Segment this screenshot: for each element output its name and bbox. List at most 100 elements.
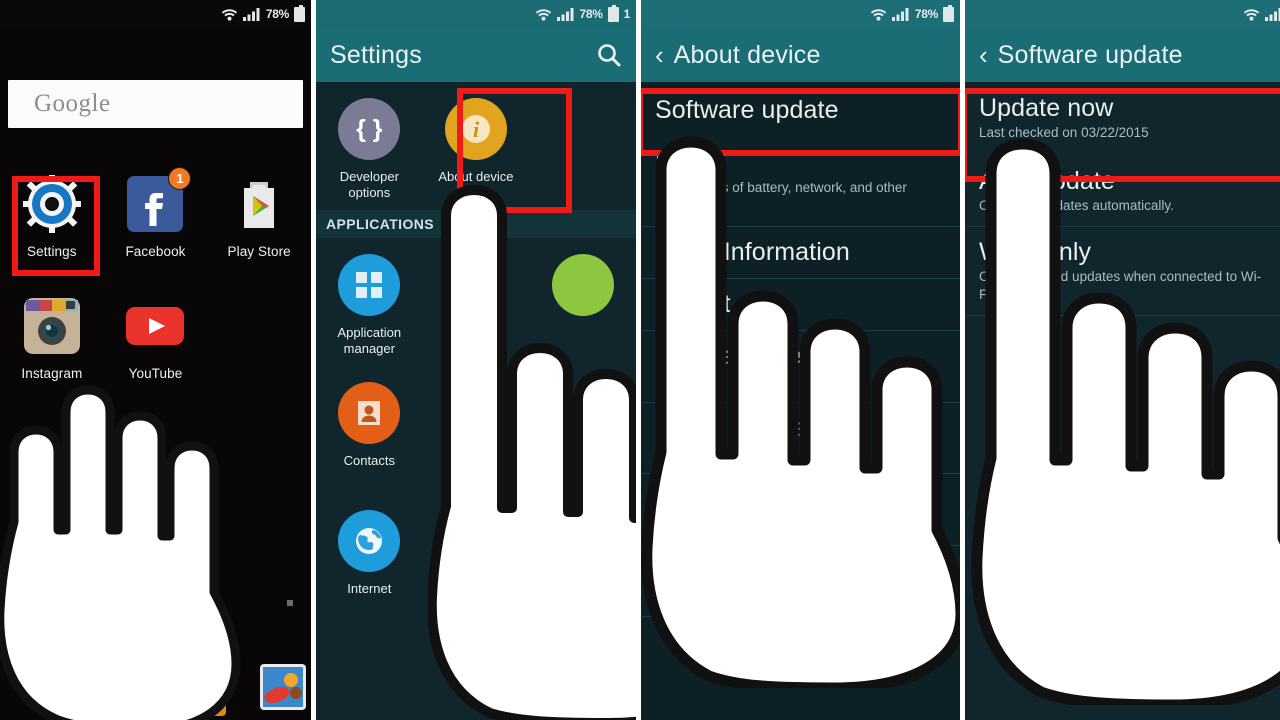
dock-icon-candy-crush[interactable] — [260, 664, 306, 710]
settings-row-apps-2: Contacts — [316, 366, 636, 494]
list-item-report[interactable]: Report — [641, 279, 960, 332]
app-icon-facebook[interactable]: 1 Facebook — [104, 167, 208, 294]
wifi-icon — [1243, 9, 1260, 21]
s-planner-icon — [551, 510, 614, 572]
list-item-software-update[interactable]: Software update — [641, 82, 960, 138]
list-item-title: Status — [655, 149, 727, 177]
settings-tile-label-internet: Internet — [347, 581, 392, 596]
settings-tile-label-s-planner: S P — [572, 581, 594, 596]
settings-tile-grid: { } Developer options i About device APP… — [316, 82, 636, 622]
settings-tile-messages[interactable]: Messages — [423, 494, 530, 622]
panel-home-screen: 78% Google Settings 1 Facebook Play Stor… — [0, 0, 311, 720]
settings-tile-application-manager[interactable]: Application manager — [316, 238, 423, 366]
tutorial-strip: 78% Google Settings 1 Facebook Play Stor… — [0, 0, 1280, 720]
battery-icon — [294, 4, 305, 22]
page-title: About device — [673, 40, 821, 69]
globe-icon — [338, 510, 401, 572]
home-app-grid: Settings 1 Facebook Play Store Instagram… — [0, 167, 311, 416]
settings-tile-label-line1: Application — [337, 325, 402, 340]
list-item-update-now[interactable]: Update now Last checked on 03/22/2015 — [965, 82, 1280, 156]
app-label-youtube: YouTube — [128, 366, 183, 381]
back-chevron-icon[interactable]: ‹ — [655, 42, 664, 68]
page-title: Settings — [330, 40, 422, 69]
wifi-icon — [221, 9, 238, 21]
list-item-android-version[interactable]: Android version 4.4.2 — [641, 474, 960, 546]
list-item-title: Device name — [655, 342, 802, 371]
settings-tile-blank-2 — [529, 366, 636, 494]
settings-row-apps-3: Internet Messages S P — [316, 494, 636, 622]
settings-tile-empty — [529, 82, 636, 210]
list-item-subtitle: SM-G900F — [655, 444, 722, 460]
panel-settings-screen: 78% 1 Settings { } Developer options i A… — [316, 0, 636, 720]
back-chevron-icon[interactable]: ‹ — [979, 42, 988, 68]
status-bar: 78% — [641, 0, 960, 28]
list-item-subtitle: Galaxy S5 — [655, 373, 718, 389]
signal-icon — [556, 8, 573, 21]
page-title: Software update — [997, 40, 1183, 69]
list-item-wifi-only[interactable]: Wi-Fi only Only download updates when co… — [965, 227, 1280, 317]
settings-row-system: { } Developer options i About device — [316, 82, 636, 210]
signal-icon — [1265, 8, 1280, 21]
clock-label: 1 — [623, 7, 631, 21]
list-item-title: Auto update — [979, 166, 1115, 195]
list-item-device-name[interactable]: Device name Galaxy S5 — [641, 331, 960, 403]
green-app-icon — [551, 254, 614, 316]
list-item-subtitle: G900FXXU1ANG8 — [655, 587, 769, 603]
settings-tile-s-planner[interactable]: S P — [529, 494, 636, 622]
youtube-icon — [123, 294, 187, 358]
battery-percent-label: 78% — [265, 7, 289, 21]
settings-tile-developer-options[interactable]: { } Developer options — [316, 82, 423, 210]
list-item-title: Model number — [655, 413, 817, 442]
google-search-bar[interactable]: Google — [8, 80, 303, 128]
app-icon-youtube[interactable]: YouTube — [104, 294, 208, 416]
settings-tile-label-line1: Developer — [339, 169, 399, 184]
list-item-subtitle: Last checked on 03/22/2015 — [979, 125, 1149, 140]
app-bar: ‹ Software update — [965, 28, 1280, 82]
app-label-facebook: Facebook — [125, 244, 186, 259]
list-item-legal-information[interactable]: Legal Information — [641, 227, 960, 280]
app-icon-play-store[interactable]: Play Store — [207, 172, 311, 294]
list-item-title: Report — [655, 290, 731, 319]
battery-percent-label: 78% — [579, 7, 603, 21]
list-item-subtitle: Only download updates when connected to … — [979, 269, 1262, 302]
panel-software-update-screen: ‹ Software update Update now Last checke… — [965, 0, 1280, 720]
app-label-instagram: Instagram — [21, 366, 83, 381]
search-icon[interactable] — [596, 42, 622, 68]
info-icon: i — [444, 98, 507, 160]
settings-tile-blue-app[interactable] — [423, 238, 530, 366]
settings-tile-contacts[interactable]: Contacts — [316, 366, 423, 494]
settings-tile-about-device[interactable]: i About device — [423, 82, 530, 210]
app-icon-instagram[interactable]: Instagram — [0, 294, 104, 416]
about-device-list: Software update Status Show status of ba… — [641, 82, 960, 618]
list-item-title: Baseband version — [655, 556, 857, 585]
facebook-badge: 1 — [168, 167, 192, 190]
list-item-subtitle: Check for updates automatically. — [979, 197, 1174, 213]
list-item-title: Wi-Fi only — [979, 238, 1092, 267]
settings-tile-label-line2: manager — [343, 340, 395, 356]
wifi-icon — [870, 9, 887, 21]
app-icon-settings[interactable]: Settings — [0, 172, 104, 294]
contacts-icon — [338, 382, 401, 444]
list-item-model-number[interactable]: Model number SM-G900F — [641, 403, 960, 475]
settings-tile-internet[interactable]: Internet — [316, 494, 423, 622]
list-item-subtitle: 4.4.2 — [655, 516, 686, 532]
settings-tile-label-contacts: Contacts — [343, 453, 395, 468]
list-item-baseband-version[interactable]: Baseband version G900FXXU1ANG8 — [641, 546, 960, 618]
settings-tile-green-app[interactable] — [529, 238, 636, 366]
list-item-status[interactable]: Status Show status of battery, network, … — [641, 138, 960, 228]
braces-icon: { } — [338, 98, 401, 160]
signal-icon — [242, 8, 260, 21]
panel-about-device-screen: 78% ‹ About device Software update Statu… — [641, 0, 960, 720]
app-bar: ‹ About device — [641, 28, 960, 82]
settings-tile-label-messages: Messages — [446, 581, 506, 596]
list-item-title: Software update — [655, 96, 839, 124]
list-item-title: Android version — [655, 485, 831, 514]
battery-icon — [607, 4, 619, 22]
dock-icon-green[interactable] — [38, 670, 84, 716]
list-item-auto-update[interactable]: Auto update Check for updates automatica… — [965, 156, 1280, 228]
settings-row-apps-1: Application manager — [316, 238, 636, 366]
facebook-icon: 1 — [123, 167, 192, 236]
status-bar: 78% 1 — [316, 0, 636, 28]
page-indicator-dot — [287, 600, 293, 606]
dock-icon-orange[interactable] — [180, 670, 226, 716]
